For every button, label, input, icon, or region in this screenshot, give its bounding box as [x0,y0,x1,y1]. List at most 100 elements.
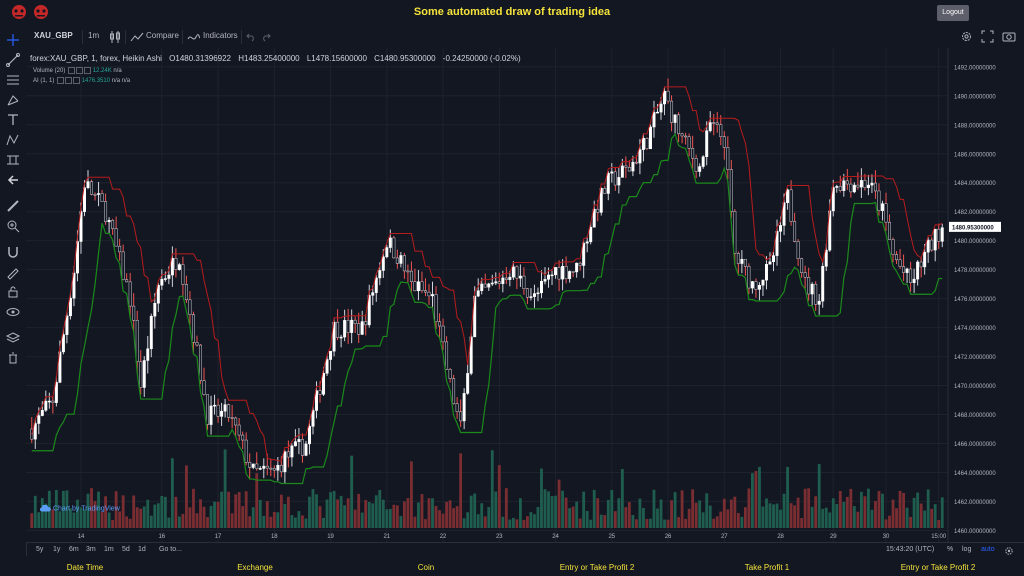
candle [490,282,494,285]
candle [835,186,839,188]
candle [838,186,842,191]
x-tick-label: 22 [440,534,447,540]
range-5d[interactable]: 5d [122,546,130,553]
camera-icon[interactable] [1002,30,1016,43]
fib-icon[interactable] [5,72,21,88]
legend-close: C1480.95300000 [374,54,436,63]
candle [923,251,927,268]
volume-bar [736,513,740,528]
lock-icon[interactable] [5,284,21,300]
layers-icon[interactable] [5,330,21,346]
volume-bar [571,506,575,528]
candle [694,158,698,172]
candle [670,100,674,123]
footer-coin[interactable]: Coin [418,563,434,572]
log-toggle[interactable]: log [962,546,971,553]
volume-bar [722,498,726,528]
volume-bar [620,469,624,528]
trend-line-icon[interactable] [5,52,21,68]
footer-entry-or-take-profit-2b[interactable]: Entry or Take Profit 2 [901,563,976,572]
volume-bar [518,498,522,528]
ruler-icon[interactable] [5,198,21,214]
goto-button[interactable]: Go to... [159,546,182,553]
prediction-icon[interactable] [5,152,21,168]
pattern-icon[interactable] [5,132,21,148]
redo-icon[interactable] [261,32,271,42]
undo-icon[interactable] [246,32,256,42]
volume-bar [480,503,484,528]
volume-label[interactable]: Volume (20) [33,68,65,74]
footer-date-time[interactable]: Date Time [67,563,103,572]
candle [90,181,93,195]
candle [438,321,442,327]
candle [156,284,160,304]
candle [494,281,498,284]
range-3m[interactable]: 3m [86,546,96,553]
candle [300,439,304,456]
eye-icon[interactable] [5,304,21,320]
candle [726,147,730,170]
volume-bar [592,489,596,528]
footer-entry-or-take-profit-2[interactable]: Entry or Take Profit 2 [560,563,635,572]
stay-drawing-icon[interactable] [5,264,21,280]
compare-icon[interactable] [130,31,144,43]
volume-bar [596,498,600,528]
candle [859,180,863,188]
footer-take-profit-1[interactable]: Take Profit 1 [745,563,789,572]
candle [293,441,297,447]
legend-title[interactable]: forex:XAU_GBP, 1, forex, Heikin Ashi [30,54,162,63]
candle [663,90,667,105]
settings-icon[interactable] [960,30,973,43]
gear-icon[interactable] [1004,546,1014,556]
volume-bar [213,501,216,528]
arrow-left-icon[interactable] [5,172,21,188]
candle [371,292,375,296]
pitchfork-icon[interactable] [5,92,21,108]
volume-bar [754,471,758,528]
price-chart[interactable]: 1492.00000000 1490.00000000 1488.00000000 1… [26,48,1024,542]
volume-bar [624,507,628,528]
ai-value: 1476.3510 [81,78,111,85]
candle [149,315,153,350]
auto-toggle[interactable]: auto [981,546,995,553]
range-1y[interactable]: 1y [53,546,60,553]
fullscreen-icon[interactable] [981,30,994,43]
volume-bar [431,498,434,528]
volume-bar [473,493,477,528]
magnet-icon[interactable] [5,244,21,260]
candle [167,274,171,279]
candle-style-icon[interactable] [109,30,121,44]
symbol-search[interactable]: XAU_GBP [34,31,73,40]
ai-label[interactable]: AI (1, 1) [33,78,54,84]
x-tick-label: 30 [883,534,890,540]
percent-toggle[interactable]: % [947,546,953,553]
candle [796,241,800,259]
x-tick-label: 25 [608,534,615,540]
range-1d[interactable]: 1d [138,546,146,553]
volume-bar [891,499,895,528]
crosshair-icon[interactable] [5,32,21,48]
trash-icon[interactable] [5,350,21,366]
zoom-icon[interactable] [5,218,21,234]
logout-button[interactable]: Logout [937,5,969,21]
range-5y[interactable]: 5y [36,546,43,553]
candle [845,180,849,185]
indicators-icon[interactable] [187,31,201,43]
text-icon[interactable] [5,112,21,128]
range-6m[interactable]: 6m [69,546,79,553]
tradingview-watermark[interactable]: Chart by TradingView [40,504,120,512]
compare-button[interactable]: Compare [146,31,179,40]
volume-bar [642,508,645,528]
indicators-button[interactable]: Indicators [203,31,238,40]
candle [445,341,449,370]
volume-bar [33,495,37,528]
range-1m[interactable]: 1m [104,546,114,553]
volume-bar [670,500,673,528]
volume-bar [195,513,199,528]
footer-exchange[interactable]: Exchange [237,563,273,572]
volume-bar [125,516,129,528]
interval-selector[interactable]: 1m [88,31,99,40]
volume-bar [294,517,297,528]
candle [937,228,941,242]
volume-bar [807,488,811,528]
